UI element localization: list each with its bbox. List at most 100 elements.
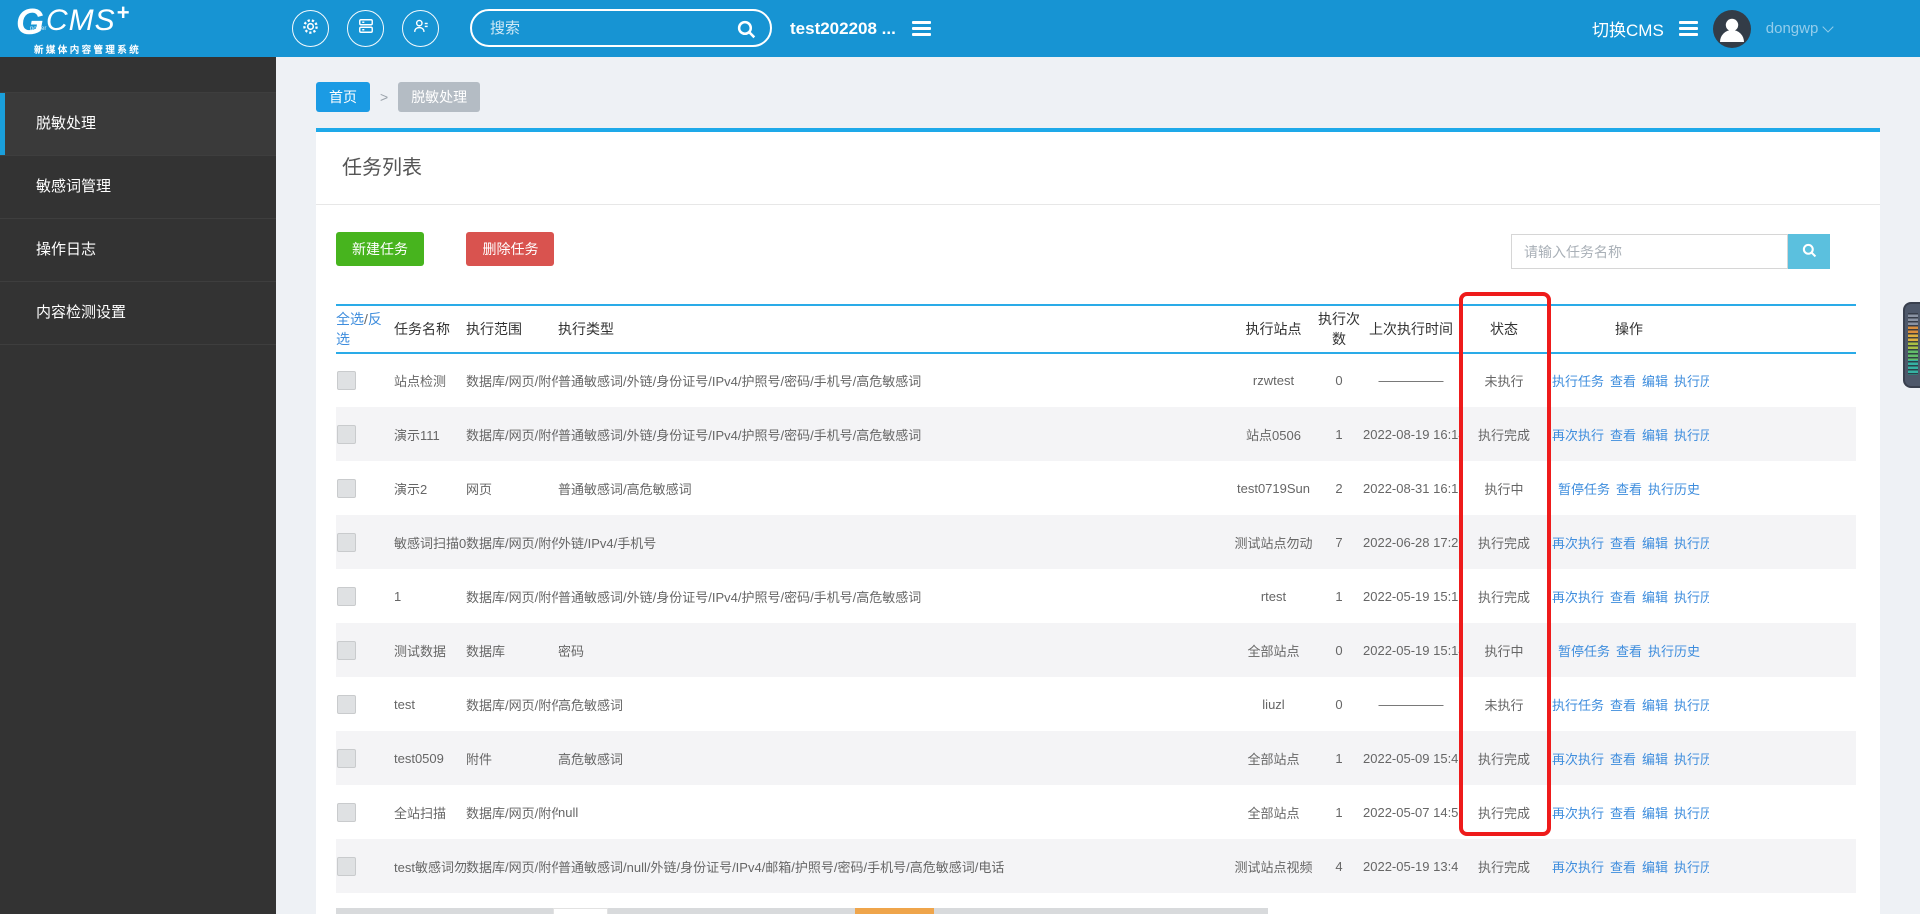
last-run-cell: ————— bbox=[1378, 373, 1444, 388]
modules-button[interactable] bbox=[347, 10, 384, 47]
action-link[interactable]: 编辑 bbox=[1642, 806, 1668, 821]
action-link[interactable]: 编辑 bbox=[1642, 590, 1668, 605]
action-link[interactable]: 查看 bbox=[1616, 644, 1642, 659]
action-link[interactable]: 编辑 bbox=[1642, 536, 1668, 551]
task-search-input[interactable] bbox=[1511, 234, 1788, 269]
action-link[interactable]: 再次执行 bbox=[1552, 428, 1604, 443]
action-link[interactable]: 编辑 bbox=[1642, 860, 1668, 875]
table-row: 1 数据库/网页/附件 普通敏感词/外链/身份证号/IPv4/护照号/密码/手机号/… bbox=[336, 569, 1856, 623]
create-task-button[interactable]: 新建任务 bbox=[336, 232, 424, 266]
search-icon[interactable] bbox=[734, 17, 759, 47]
action-link[interactable]: 执行历史 bbox=[1648, 482, 1700, 497]
last-run-cell: 2022-05-09 15:47 bbox=[1363, 750, 1459, 766]
action-link[interactable]: 执行历史 bbox=[1674, 860, 1709, 875]
action-link[interactable]: 执行历史 bbox=[1674, 752, 1709, 767]
row-checkbox[interactable] bbox=[337, 478, 356, 498]
action-link[interactable]: 查看 bbox=[1616, 482, 1642, 497]
pager-segment[interactable] bbox=[553, 908, 608, 914]
pager-segment[interactable] bbox=[336, 908, 553, 914]
scope-cell: 数据库/网页/附件 bbox=[466, 697, 558, 713]
row-checkbox[interactable] bbox=[337, 748, 356, 768]
settings-button[interactable] bbox=[292, 10, 329, 47]
row-checkbox[interactable] bbox=[337, 694, 356, 714]
table-row: 站点检测 数据库/网页/附件 普通敏感词/外链/身份证号/IPv4/护照号/密码/手… bbox=[336, 353, 1856, 407]
action-link[interactable]: 查看 bbox=[1610, 698, 1636, 713]
site-menu-icon[interactable] bbox=[911, 21, 931, 36]
action-link[interactable]: 暂停任务 bbox=[1558, 644, 1610, 659]
app-logo[interactable]: Gpower CMS + 新媒体内容管理系统 bbox=[16, 2, 141, 57]
pagination-cutoff[interactable] bbox=[336, 908, 1268, 914]
user-menu[interactable]: dongwp bbox=[1766, 20, 1834, 37]
type-cell: 普通敏感词/外链/身份证号/IPv4/护照号/密码/手机号/高危敏感词 bbox=[558, 427, 922, 443]
action-link[interactable]: 查看 bbox=[1610, 752, 1636, 767]
type-cell: 普通敏感词/高危敏感词 bbox=[558, 481, 692, 497]
main-menu-icon[interactable] bbox=[1678, 21, 1698, 36]
action-link[interactable]: 编辑 bbox=[1642, 698, 1668, 713]
action-link[interactable]: 执行历史 bbox=[1674, 806, 1709, 821]
action-link[interactable]: 执行历史 bbox=[1674, 590, 1709, 605]
sidebar-item[interactable]: 敏感词管理 bbox=[0, 156, 276, 219]
select-all-link[interactable]: 全选 bbox=[336, 311, 364, 327]
row-checkbox[interactable] bbox=[337, 424, 356, 444]
breadcrumb-current[interactable]: 脱敏处理 bbox=[398, 82, 481, 112]
action-link[interactable]: 执行历史 bbox=[1674, 536, 1709, 551]
action-link[interactable]: 编辑 bbox=[1642, 752, 1668, 767]
side-widget-handle[interactable] bbox=[1903, 302, 1920, 388]
pager-segment[interactable] bbox=[934, 908, 1268, 914]
action-link[interactable]: 查看 bbox=[1610, 536, 1636, 551]
action-link[interactable]: 编辑 bbox=[1642, 428, 1668, 443]
row-checkbox[interactable] bbox=[337, 802, 356, 822]
action-link[interactable]: 执行历史 bbox=[1648, 644, 1700, 659]
row-checkbox[interactable] bbox=[337, 371, 356, 390]
pager-segment[interactable] bbox=[608, 908, 855, 914]
action-link[interactable]: 暂停任务 bbox=[1558, 482, 1610, 497]
switch-cms-button[interactable]: 切换CMS bbox=[1592, 16, 1664, 41]
sidebar-item[interactable]: 操作日志 bbox=[0, 219, 276, 282]
account-button[interactable] bbox=[402, 10, 439, 47]
action-link[interactable]: 查看 bbox=[1610, 428, 1636, 443]
action-link[interactable]: 再次执行 bbox=[1552, 536, 1604, 551]
table-row: 演示111 数据库/网页/附件 普通敏感词/外链/身份证号/IPv4/护照号/密码/… bbox=[336, 407, 1856, 461]
action-link[interactable]: 再次执行 bbox=[1552, 752, 1604, 767]
action-link[interactable]: 执行历史 bbox=[1674, 428, 1709, 443]
avatar[interactable] bbox=[1712, 9, 1751, 48]
action-link[interactable]: 查看 bbox=[1610, 590, 1636, 605]
sidebar-item[interactable]: 内容检测设置 bbox=[0, 282, 276, 345]
action-link[interactable]: 查看 bbox=[1610, 860, 1636, 875]
current-site-name[interactable]: test202208 ... bbox=[790, 19, 896, 39]
spacer-cell bbox=[1709, 353, 1856, 407]
checkbox-cell bbox=[336, 731, 394, 785]
spacer-cell bbox=[1709, 839, 1856, 893]
action-link[interactable]: 再次执行 bbox=[1552, 806, 1604, 821]
row-checkbox[interactable] bbox=[337, 856, 356, 876]
pager-segment-active[interactable] bbox=[855, 908, 934, 914]
last-run-cell: 2022-06-28 17:20 bbox=[1363, 534, 1459, 550]
action-link[interactable]: 执行任务 bbox=[1552, 698, 1604, 713]
spacer-cell bbox=[1709, 515, 1856, 569]
action-link[interactable]: 再次执行 bbox=[1552, 590, 1604, 605]
action-link[interactable]: 执行任务 bbox=[1552, 374, 1604, 389]
sidebar-item[interactable]: 脱敏处理 bbox=[0, 93, 276, 156]
action-link[interactable]: 编辑 bbox=[1642, 374, 1668, 389]
row-checkbox[interactable] bbox=[337, 532, 356, 552]
action-link[interactable]: 再次执行 bbox=[1552, 860, 1604, 875]
action-link[interactable]: 执行历史 bbox=[1674, 374, 1709, 389]
sidebar-item-label: 操作日志 bbox=[36, 241, 97, 258]
count-cell: 2 bbox=[1335, 480, 1343, 496]
action-link[interactable]: 执行历史 bbox=[1674, 698, 1709, 713]
last-run-cell: ————— bbox=[1378, 696, 1444, 712]
task-search-button[interactable] bbox=[1788, 234, 1830, 269]
task-name-cell: test敏感词勿动 bbox=[394, 859, 466, 875]
type-cell: 普通敏感词/外链/身份证号/IPv4/护照号/密码/手机号/高危敏感词 bbox=[558, 374, 922, 389]
task-search bbox=[1511, 234, 1830, 269]
type-cell: 密码 bbox=[558, 643, 585, 659]
row-checkbox[interactable] bbox=[337, 640, 356, 660]
action-link[interactable]: 查看 bbox=[1610, 374, 1636, 389]
row-checkbox[interactable] bbox=[337, 586, 356, 606]
action-link[interactable]: 查看 bbox=[1610, 806, 1636, 821]
delete-task-button[interactable]: 删除任务 bbox=[466, 232, 555, 266]
scope-cell: 数据库 bbox=[466, 643, 506, 659]
global-search-input[interactable] bbox=[472, 11, 770, 45]
topbar: Gpower CMS + 新媒体内容管理系统 搜索 test202208 ...… bbox=[0, 0, 1920, 57]
breadcrumb-home[interactable]: 首页 bbox=[316, 82, 370, 112]
